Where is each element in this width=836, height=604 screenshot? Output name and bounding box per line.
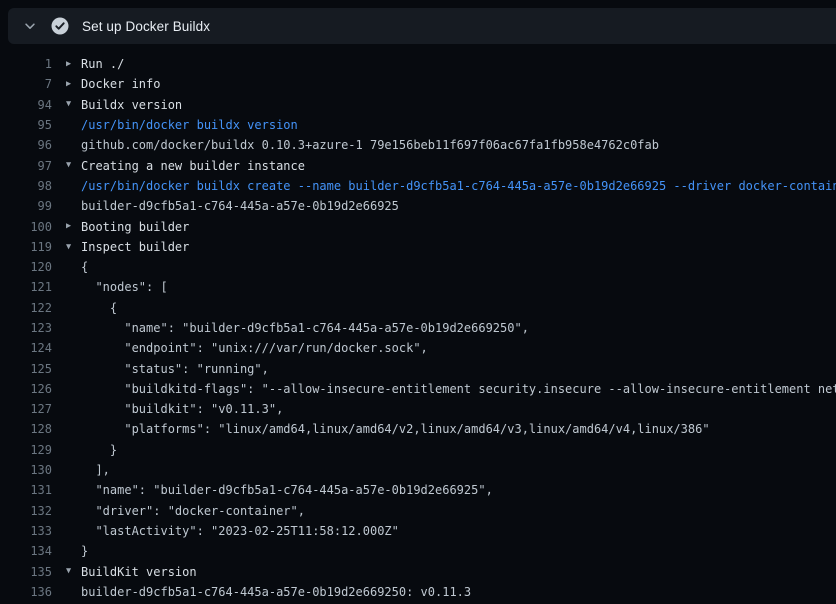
log-line: 124 "endpoint": "unix:///var/run/docker.…: [0, 338, 836, 358]
group-title[interactable]: Booting builder: [81, 220, 189, 234]
output-text: "name": "builder-d9cfb5a1-c764-445a-a57e…: [81, 483, 493, 497]
output-text: "status": "running",: [81, 362, 269, 376]
line-number[interactable]: 133: [0, 524, 52, 538]
line-number[interactable]: 124: [0, 341, 52, 355]
line-number[interactable]: 99: [0, 199, 52, 213]
log-line: 134}: [0, 541, 836, 561]
line-number[interactable]: 132: [0, 504, 52, 518]
log-line: 96 github.com/docker/buildx 0.10.3+azure-…: [0, 135, 836, 155]
output-text: {: [81, 260, 88, 274]
command-text: /usr/bin/docker buildx create --name bui…: [81, 179, 836, 193]
log-line: 129 }: [0, 440, 836, 460]
line-number[interactable]: 127: [0, 402, 52, 416]
line-number[interactable]: 123: [0, 321, 52, 335]
line-number[interactable]: 119: [0, 240, 52, 254]
group-expanded-icon[interactable]: ▼: [66, 243, 78, 252]
output-text: ],: [81, 463, 110, 477]
group-title[interactable]: Docker info: [81, 77, 160, 91]
group-expanded-icon[interactable]: ▼: [66, 161, 78, 170]
line-number[interactable]: 98: [0, 179, 52, 193]
line-number[interactable]: 122: [0, 301, 52, 315]
group-expanded-icon[interactable]: ▼: [66, 567, 78, 576]
log-viewer: Set up Docker Buildx 1▶Run ./7▶Docker in…: [0, 0, 836, 604]
log-line: 97 ▼Creating a new builder instance: [0, 155, 836, 175]
output-text: github.com/docker/buildx 0.10.3+azure-1 …: [81, 138, 659, 152]
log-line: 122 {: [0, 298, 836, 318]
line-number[interactable]: 129: [0, 443, 52, 457]
log-line: 131 "name": "builder-d9cfb5a1-c764-445a-…: [0, 480, 836, 500]
line-number[interactable]: 95: [0, 118, 52, 132]
line-number[interactable]: 96: [0, 138, 52, 152]
output-text: "driver": "docker-container",: [81, 504, 305, 518]
log-line: 125 "status": "running",: [0, 358, 836, 378]
group-collapsed-icon[interactable]: ▶: [66, 60, 78, 69]
output-text: }: [81, 544, 88, 558]
log-line: 1 ▶Run ./: [0, 54, 836, 74]
log-line: 132 "driver": "docker-container",: [0, 501, 836, 521]
line-number[interactable]: 121: [0, 280, 52, 294]
line-number[interactable]: 135: [0, 565, 52, 579]
output-text: "buildkitd-flags": "--allow-insecure-ent…: [81, 382, 836, 396]
log-line: 7 ▶Docker info: [0, 74, 836, 94]
line-number[interactable]: 126: [0, 382, 52, 396]
line-number[interactable]: 7: [0, 77, 52, 91]
group-title[interactable]: BuildKit version: [81, 565, 197, 579]
step-title: Set up Docker Buildx: [82, 19, 210, 34]
log-line: 126 "buildkitd-flags": "--allow-insecure…: [0, 379, 836, 399]
log-line: 100 ▶Booting builder: [0, 216, 836, 236]
log-line: 120 {: [0, 257, 836, 277]
log-line: 123 "name": "builder-d9cfb5a1-c764-445a-…: [0, 318, 836, 338]
line-number[interactable]: 136: [0, 585, 52, 599]
output-text: {: [81, 301, 117, 315]
group-title[interactable]: Run ./: [81, 57, 124, 71]
log-line: 136 builder-d9cfb5a1-c764-445a-a57e-0b19d…: [0, 582, 836, 602]
line-number[interactable]: 97: [0, 159, 52, 173]
log-line: 121 "nodes": [: [0, 277, 836, 297]
output-text: "name": "builder-d9cfb5a1-c764-445a-a57e…: [81, 321, 529, 335]
line-number[interactable]: 120: [0, 260, 52, 274]
output-text: "endpoint": "unix:///var/run/docker.sock…: [81, 341, 428, 355]
log-line: 127 "buildkit": "v0.11.3",: [0, 399, 836, 419]
output-text: builder-d9cfb5a1-c764-445a-a57e-0b19d2e6…: [81, 585, 471, 599]
log-line: 130 ],: [0, 460, 836, 480]
output-text: "lastActivity": "2023-02-25T11:58:12.000…: [81, 524, 399, 538]
log-line: 99 builder-d9cfb5a1-c764-445a-a57e-0b19d2…: [0, 196, 836, 216]
output-text: builder-d9cfb5a1-c764-445a-a57e-0b19d2e6…: [81, 199, 399, 213]
line-number[interactable]: 131: [0, 483, 52, 497]
log-line: 135 ▼BuildKit version: [0, 561, 836, 581]
step-header[interactable]: Set up Docker Buildx: [8, 8, 836, 44]
log-line: 98/usr/bin/docker buildx create --name b…: [0, 176, 836, 196]
log-line: 133 "lastActivity": "2023-02-25T11:58:12…: [0, 521, 836, 541]
group-collapsed-icon[interactable]: ▶: [66, 80, 78, 89]
line-number[interactable]: 94: [0, 98, 52, 112]
line-number[interactable]: 1: [0, 57, 52, 71]
line-number[interactable]: 100: [0, 220, 52, 234]
log-line: 94 ▼Buildx version: [0, 95, 836, 115]
command-text: /usr/bin/docker buildx version: [81, 118, 298, 132]
output-text: }: [81, 443, 117, 457]
log-lines-container: 1▶Run ./7▶Docker info94▼Buildx version95…: [0, 54, 836, 604]
log-line: 119 ▼Inspect builder: [0, 237, 836, 257]
line-number[interactable]: 128: [0, 422, 52, 436]
group-title[interactable]: Creating a new builder instance: [81, 159, 305, 173]
chevron-down-icon[interactable]: [22, 18, 38, 34]
group-title[interactable]: Buildx version: [81, 98, 182, 112]
group-collapsed-icon[interactable]: ▶: [66, 222, 78, 231]
group-title[interactable]: Inspect builder: [81, 240, 189, 254]
line-number[interactable]: 125: [0, 362, 52, 376]
line-number[interactable]: 134: [0, 544, 52, 558]
log-line: 95/usr/bin/docker buildx version: [0, 115, 836, 135]
output-text: "buildkit": "v0.11.3",: [81, 402, 283, 416]
line-number[interactable]: 130: [0, 463, 52, 477]
output-text: "nodes": [: [81, 280, 168, 294]
log-line: 128 "platforms": "linux/amd64,linux/amd6…: [0, 419, 836, 439]
check-circle-icon: [51, 17, 69, 35]
group-expanded-icon[interactable]: ▼: [66, 100, 78, 109]
output-text: "platforms": "linux/amd64,linux/amd64/v2…: [81, 422, 710, 436]
